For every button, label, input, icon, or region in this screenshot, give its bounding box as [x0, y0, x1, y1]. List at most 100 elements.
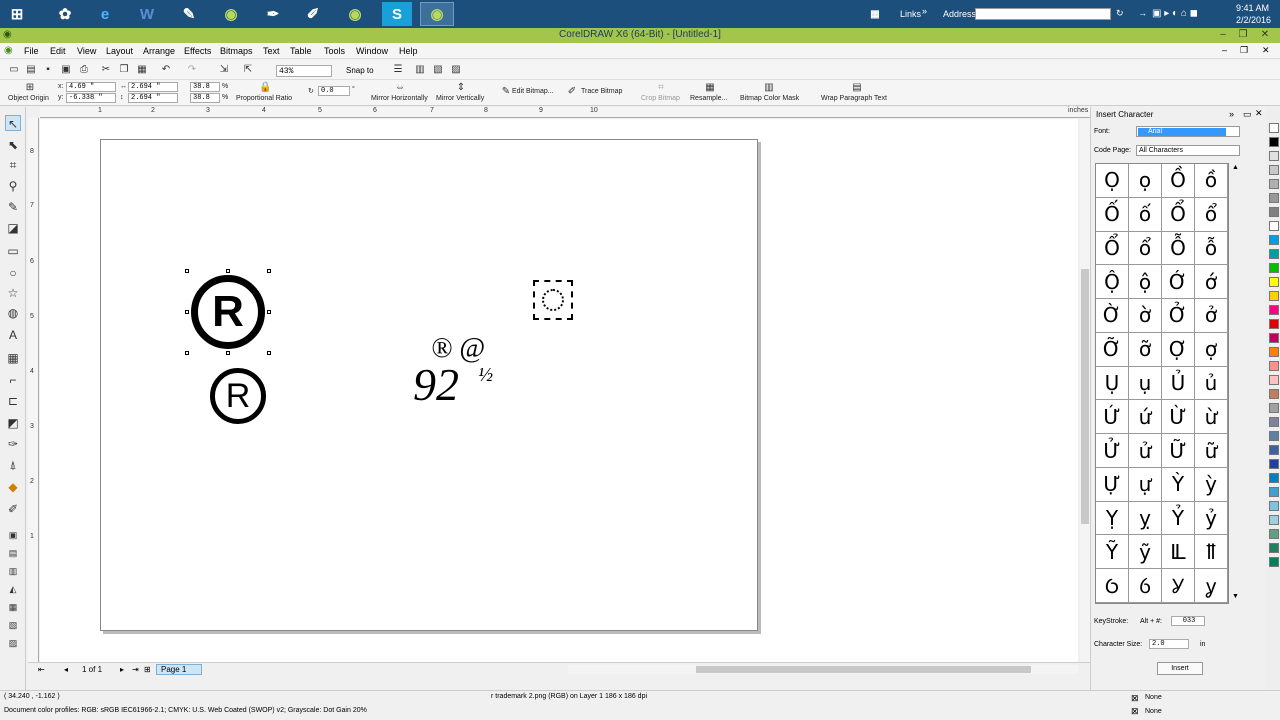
character-cell[interactable]: Ừ — [1162, 400, 1195, 435]
character-cell[interactable]: ớ — [1195, 265, 1228, 300]
coreldraw-app-icon[interactable]: ✿ — [50, 2, 80, 26]
rectangle-tool-icon[interactable]: ▭ — [5, 243, 21, 259]
paste-icon[interactable]: ▦ — [136, 64, 148, 76]
x-position-field[interactable]: 4.69 " — [66, 82, 116, 92]
lock-ratio-icon[interactable]: 🔒 — [259, 82, 271, 94]
new-icon[interactable]: ▭ — [8, 64, 20, 76]
bitmap-icon[interactable]: ▨ — [450, 64, 462, 76]
character-cell[interactable]: ụ — [1129, 366, 1162, 401]
copy-icon[interactable]: ❐ — [118, 64, 130, 76]
character-cell[interactable]: Ủ — [1162, 366, 1195, 401]
character-cell[interactable]: Ợ — [1162, 332, 1195, 367]
angle-field[interactable]: 0.0 — [318, 86, 350, 96]
color-mask-icon[interactable]: ▥ — [763, 82, 775, 94]
open-icon[interactable]: ▤ — [25, 64, 37, 76]
color-swatch[interactable] — [1269, 207, 1279, 217]
registered-symbol-small[interactable]: R — [210, 368, 266, 424]
text-tool-icon[interactable]: A — [5, 327, 21, 343]
taskbar-grid-icon[interactable]: ▦ — [860, 2, 890, 26]
app-icon-5[interactable]: ◉ — [340, 2, 370, 26]
color-swatch[interactable] — [1269, 431, 1279, 441]
horizontal-scrollbar[interactable] — [568, 665, 1078, 674]
color-swatch[interactable] — [1269, 403, 1279, 413]
character-cell[interactable]: ợ — [1195, 332, 1228, 367]
character-cell[interactable]: Ộ — [1096, 265, 1129, 300]
character-cell[interactable]: ồ — [1195, 164, 1228, 198]
mirror-horizontal-icon[interactable]: ⇔ — [394, 82, 406, 94]
launch-icon[interactable]: ▥ — [414, 64, 426, 76]
extra-tool-1-icon[interactable]: ▣ — [5, 527, 21, 543]
minimize-icon[interactable]: – — [1216, 29, 1230, 41]
outline-status[interactable]: None — [1145, 708, 1162, 715]
width-field[interactable]: 2.694 " — [128, 82, 178, 92]
resample-button[interactable]: Resample... — [690, 95, 727, 102]
internet-explorer-icon[interactable]: e — [90, 2, 120, 26]
character-cell[interactable]: Ử — [1096, 434, 1129, 468]
app-icon-4[interactable]: ✐ — [298, 2, 328, 26]
alt-code-field[interactable]: 033 — [1171, 616, 1205, 626]
color-swatch[interactable] — [1269, 333, 1279, 343]
character-cell[interactable]: ứ — [1129, 400, 1162, 435]
color-swatch[interactable] — [1269, 375, 1279, 385]
character-cell[interactable]: ỿ — [1195, 569, 1228, 603]
doc-minimize-icon[interactable]: – — [1222, 45, 1227, 55]
start-icon[interactable]: ⊞ — [2, 2, 32, 26]
zoom-level-select[interactable]: 43% — [276, 65, 332, 77]
insert-button[interactable]: Insert — [1157, 662, 1203, 675]
color-swatch[interactable] — [1269, 557, 1279, 567]
print-icon[interactable]: ⎙ — [78, 64, 90, 76]
character-cell[interactable]: Ữ — [1162, 434, 1195, 468]
refresh-icon[interactable]: ↻ — [1116, 8, 1124, 19]
ellipse-tool-icon[interactable]: ○ — [5, 265, 21, 281]
character-cell[interactable]: Ỹ — [1096, 535, 1129, 570]
coreldraw-active-icon[interactable]: ◉ — [420, 2, 454, 26]
welcome-icon[interactable]: ▧ — [432, 64, 444, 76]
close-icon[interactable]: ✕ — [1258, 29, 1272, 41]
mirror-vertical-icon[interactable]: ⇕ — [455, 82, 467, 94]
fill-tool-icon[interactable]: ◆ — [5, 479, 21, 495]
color-swatch[interactable] — [1269, 165, 1279, 175]
character-cell[interactable]: Ố — [1096, 197, 1129, 232]
import-icon[interactable]: ⇲ — [218, 64, 230, 76]
character-cell[interactable]: Ồ — [1162, 164, 1195, 198]
freehand-tool-icon[interactable]: ✎ — [5, 199, 21, 215]
first-page-icon[interactable]: ⇤ — [38, 665, 45, 674]
menu-view[interactable]: View — [77, 46, 96, 56]
color-profiles[interactable]: Document color profiles: RGB: sRGB IEC61… — [4, 707, 367, 714]
color-swatch[interactable] — [1269, 515, 1279, 525]
character-cell[interactable]: ọ — [1129, 164, 1162, 198]
color-swatch[interactable] — [1269, 221, 1279, 231]
character-cell[interactable]: ỷ — [1195, 501, 1228, 536]
document-page[interactable]: R R ® @ 92 ½ — [100, 139, 758, 631]
color-swatch[interactable] — [1269, 123, 1279, 133]
menu-effects[interactable]: Effects — [184, 46, 211, 56]
mirror-horizontally-button[interactable]: Mirror Horizontally — [371, 95, 428, 102]
eyedropper-tool-icon[interactable]: ⍋ — [5, 457, 21, 473]
scale-width-field[interactable]: 38.8 — [190, 82, 220, 92]
resample-icon[interactable]: ▦ — [704, 82, 716, 94]
dimension-tool-icon[interactable]: ⌐ — [5, 372, 21, 388]
word-icon[interactable]: W — [132, 2, 162, 26]
menu-edit[interactable]: Edit — [50, 46, 66, 56]
export-icon[interactable]: ⇱ — [242, 64, 254, 76]
trace-bitmap-button[interactable]: Trace Bitmap — [581, 88, 622, 95]
menu-file[interactable]: File — [24, 46, 39, 56]
character-cell[interactable]: ỡ — [1129, 332, 1162, 367]
character-cell[interactable]: ỵ — [1129, 501, 1162, 536]
pick-tool-icon[interactable]: ↖ — [5, 115, 21, 131]
doc-icon[interactable]: ◉ — [4, 45, 13, 56]
menu-bitmaps[interactable]: Bitmaps — [220, 46, 253, 56]
menu-layout[interactable]: Layout — [106, 46, 133, 56]
menu-help[interactable]: Help — [399, 46, 418, 56]
table-tool-icon[interactable]: ▦ — [5, 350, 21, 366]
character-cell[interactable]: ữ — [1195, 434, 1228, 468]
scale-height-field[interactable]: 38.8 — [190, 93, 220, 103]
character-cell[interactable]: Ỽ — [1096, 569, 1129, 603]
character-cell[interactable]: ừ — [1195, 400, 1228, 435]
extra-tool-7-icon[interactable]: ▨ — [5, 635, 21, 651]
character-cell[interactable]: ủ — [1195, 366, 1228, 401]
character-cell[interactable]: Ớ — [1162, 265, 1195, 300]
last-page-icon[interactable]: ⇥ — [132, 665, 139, 674]
character-cell[interactable]: Ở — [1162, 299, 1195, 333]
app-icon-2[interactable]: ◉ — [216, 2, 246, 26]
